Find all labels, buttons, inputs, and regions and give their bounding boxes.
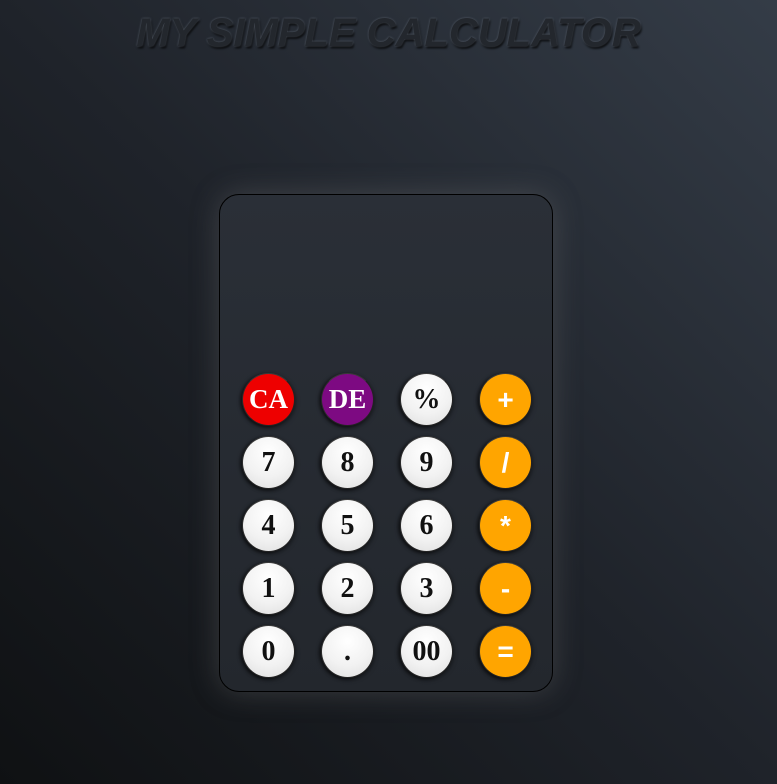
- keypad: CA DE % + 7 8 9 / 4 5 6 * 1 2 3 - 0 . 00…: [242, 373, 534, 678]
- calculator-display[interactable]: [238, 215, 534, 355]
- clear-all-button[interactable]: CA: [242, 373, 295, 426]
- digit-1-button[interactable]: 1: [242, 562, 295, 615]
- minus-button[interactable]: -: [479, 562, 532, 615]
- divide-button[interactable]: /: [479, 436, 532, 489]
- digit-0-button[interactable]: 0: [242, 625, 295, 678]
- calculator-panel: CA DE % + 7 8 9 / 4 5 6 * 1 2 3 - 0 . 00…: [219, 194, 553, 692]
- digit-7-button[interactable]: 7: [242, 436, 295, 489]
- decimal-point-button[interactable]: .: [321, 625, 374, 678]
- double-zero-button[interactable]: 00: [400, 625, 453, 678]
- digit-6-button[interactable]: 6: [400, 499, 453, 552]
- percent-button[interactable]: %: [400, 373, 453, 426]
- digit-9-button[interactable]: 9: [400, 436, 453, 489]
- digit-5-button[interactable]: 5: [321, 499, 374, 552]
- digit-8-button[interactable]: 8: [321, 436, 374, 489]
- delete-button[interactable]: DE: [321, 373, 374, 426]
- digit-2-button[interactable]: 2: [321, 562, 374, 615]
- equals-button[interactable]: =: [479, 625, 532, 678]
- plus-button[interactable]: +: [479, 373, 532, 426]
- page-title: MY SIMPLE CALCULATOR: [136, 11, 641, 55]
- multiply-button[interactable]: *: [479, 499, 532, 552]
- digit-3-button[interactable]: 3: [400, 562, 453, 615]
- digit-4-button[interactable]: 4: [242, 499, 295, 552]
